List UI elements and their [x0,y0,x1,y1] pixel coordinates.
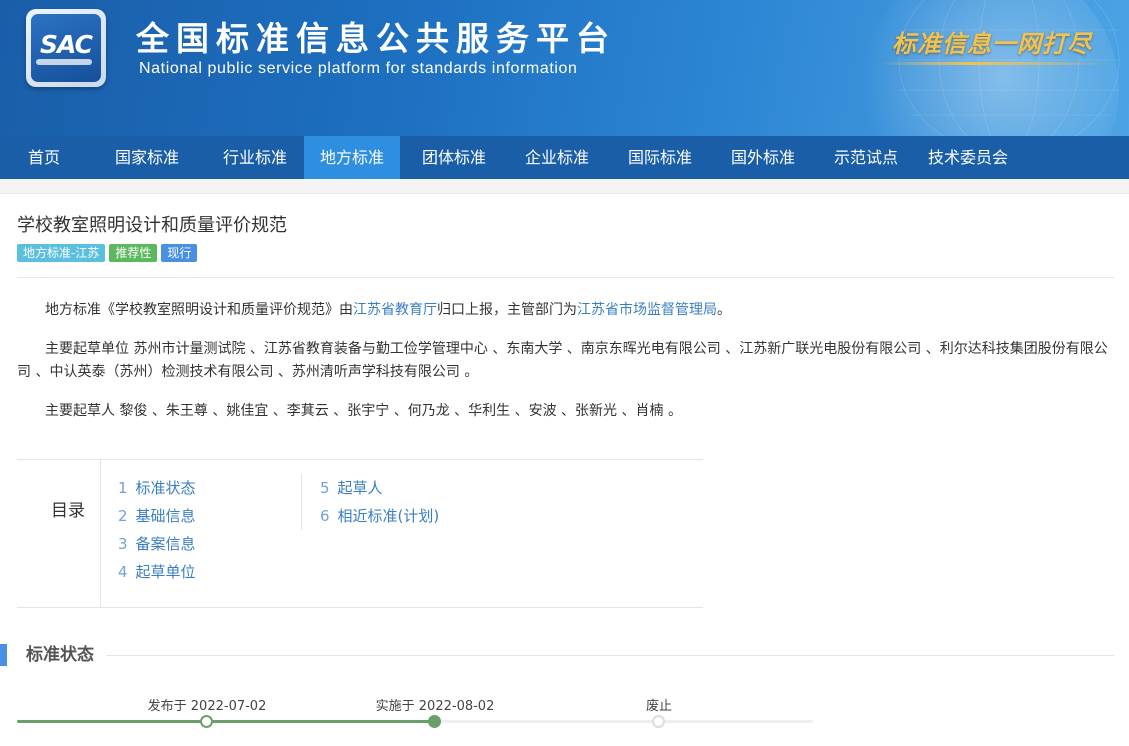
timeline-node-abolished [652,715,665,728]
nav-item-committee[interactable]: 技术委员会 [920,136,1016,179]
intro-prefix: 地方标准《学校教室照明设计和质量评价规范》由 [45,302,353,318]
toc-item-label: 起草单位 [135,563,196,581]
toc-item-drafting-units[interactable]: 4 起草单位 [118,558,196,586]
nav-item-group[interactable]: 团体标准 [400,136,508,179]
main-nav: 首页 国家标准 行业标准 地方标准 团体标准 企业标准 国际标准 国外标准 示范… [0,136,1129,179]
intro-middle: 归口上报，主管部门为 [437,302,577,318]
nav-item-industry[interactable]: 行业标准 [206,136,304,179]
logo-swoosh [36,59,92,65]
standard-title: 学校教室照明设计和质量评价规范 [17,215,287,236]
site-header: SAC 全国标准信息公共服务平台 National public service… [0,0,1129,136]
toc-item-number: 1 [118,479,128,497]
toc-item-number: 2 [118,507,128,525]
status-timeline: 发布于 2022-07-02 实施于 2022-08-02 废止 [17,690,817,746]
logo-text: SAC [40,30,93,59]
toc-item-filing-info[interactable]: 3 备案信息 [118,530,196,558]
site-subtitle: National public service platform for sta… [139,60,578,77]
toc-item-label: 备案信息 [135,535,196,553]
timeline-progress [17,720,435,723]
nav-item-foreign[interactable]: 国外标准 [714,136,812,179]
timeline-node-published [200,715,213,728]
section-title-status: 标准状态 [26,645,94,665]
timeline-node-implemented [428,715,441,728]
standard-tags: 地方标准-江苏 推荐性 现行 [17,244,198,262]
intro-paragraph: 地方标准《学校教室照明设计和质量评价规范》由江苏省教育厅归口上报，主管部门为江苏… [17,299,1112,322]
drafting-units-list: 苏州市计量测试院 、江苏省教育装备与勤工俭学管理中心 、东南大学 、南京东晖光电… [17,341,1108,380]
timeline-label-abolished: 废止 [645,699,673,714]
slogan-underline [880,62,1110,65]
nav-item-home[interactable]: 首页 [0,136,88,179]
nav-item-enterprise[interactable]: 企业标准 [508,136,606,179]
toc-item-label: 基础信息 [135,507,196,525]
globe-glow-decoration [859,0,1119,136]
intro-suffix: 。 [717,302,731,318]
section-divider [106,655,1114,656]
title-divider [17,277,1114,278]
timeline-label-implemented: 实施于 2022-08-02 [375,699,495,714]
site-title: 全国标准信息公共服务平台 [136,19,616,58]
nav-item-demo[interactable]: 示范试点 [812,136,920,179]
toc-item-label: 起草人 [337,479,383,497]
toc-item-label: 标准状态 [135,479,196,497]
authority-link[interactable]: 江苏省市场监督管理局 [577,302,717,318]
toc-item-label: 相近标准(计划) [337,507,440,525]
drafting-units-label: 主要起草单位 [45,341,129,357]
toc-label: 目录 [51,501,85,521]
toc-label-box: 目录 [17,460,101,607]
nav-item-national[interactable]: 国家标准 [88,136,206,179]
nav-item-local[interactable]: 地方标准 [304,136,400,179]
toc-item-status[interactable]: 1 标准状态 [118,474,196,502]
table-of-contents: 目录 1 标准状态 2 基础信息 3 备案信息 4 起草单位 5 起草人 6 相近标准(计划… [17,459,703,608]
timeline-label-published: 发布于 2022-07-02 [147,699,267,714]
drafters-paragraph: 主要起草人 黎俊 、朱王尊 、姚佳宜 、李萁云 、张宇宁 、何乃龙 、华利生 、… [17,400,1112,423]
toc-item-drafters[interactable]: 5 起草人 [320,474,439,502]
nav-item-international[interactable]: 国际标准 [606,136,714,179]
toc-item-similar-standards[interactable]: 6 相近标准(计划) [320,502,439,530]
toc-item-number: 6 [320,507,330,525]
proposer-link[interactable]: 江苏省教育厅 [353,302,437,318]
toc-item-number: 4 [118,563,128,581]
toc-item-basic-info[interactable]: 2 基础信息 [118,502,196,530]
toc-column-2: 5 起草人 6 相近标准(计划) [301,474,439,530]
tag-current: 现行 [161,244,198,262]
section-accent-bar [0,644,7,666]
drafters-list: 黎俊 、朱王尊 、姚佳宜 、李萁云 、张宇宁 、何乃龙 、华利生 、安波 、张新… [119,403,682,419]
tag-recommended: 推荐性 [109,244,158,262]
toc-column-1: 1 标准状态 2 基础信息 3 备案信息 4 起草单位 [118,474,196,586]
toc-item-number: 5 [320,479,330,497]
sac-logo[interactable]: SAC [26,9,106,87]
drafting-units-paragraph: 主要起草单位 苏州市计量测试院 、江苏省教育装备与勤工俭学管理中心 、东南大学 … [17,338,1112,384]
site-slogan: 标准信息一网打尽 [892,29,1092,58]
header-separator [0,179,1129,194]
drafters-label: 主要起草人 [45,403,115,419]
toc-item-number: 3 [118,535,128,553]
tag-local-standard: 地方标准-江苏 [17,244,106,262]
